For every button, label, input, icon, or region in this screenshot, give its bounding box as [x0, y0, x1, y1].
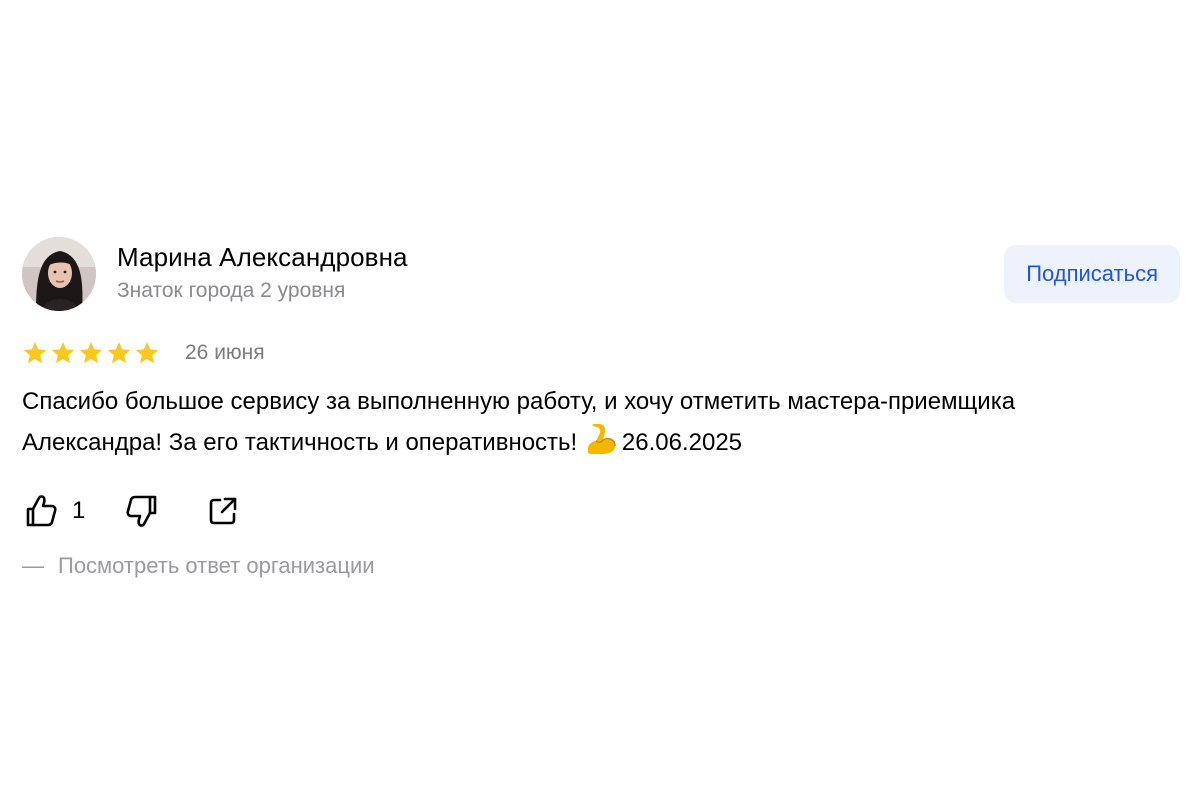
share-button[interactable] [205, 493, 241, 529]
thumbs-up-icon [22, 492, 60, 530]
dislike-button[interactable] [123, 492, 161, 530]
review-text-body: Спасибо большое сервису за выполненную р… [22, 388, 1016, 456]
subscribe-button[interactable]: Подписаться [1004, 245, 1180, 303]
review-card: Марина Александровна Знаток города 2 уро… [22, 237, 1180, 579]
org-reply-label: Посмотреть ответ организации [58, 553, 375, 578]
like-count: 1 [72, 497, 86, 524]
review-text: Спасибо большое сервису за выполненную р… [22, 382, 1112, 463]
like-button[interactable]: 1 [22, 492, 85, 530]
star-icon [79, 341, 103, 364]
author-info: Марина Александровна Знаток города 2 уро… [117, 241, 408, 305]
star-icon [23, 341, 47, 364]
review-text-date: 26.06.2025 [621, 429, 743, 456]
org-reply-dash: — [22, 553, 44, 578]
star-icon [135, 341, 159, 364]
author-level: Знаток города 2 уровня [117, 279, 346, 302]
avatar[interactable] [22, 237, 96, 311]
avatar-photo [22, 237, 96, 311]
review-date: 26 июня [185, 341, 265, 364]
share-icon [205, 493, 241, 529]
rating-row: 26 июня [22, 338, 1180, 368]
review-actions: 1 [22, 491, 1180, 531]
star-rating [22, 340, 160, 366]
flexed-biceps-icon [584, 422, 618, 456]
author-row: Марина Александровна Знаток города 2 уро… [22, 237, 1180, 311]
thumbs-down-icon [123, 492, 161, 530]
org-reply-link[interactable]: — Посмотреть ответ организации [22, 553, 1180, 579]
author-name[interactable]: Марина Александровна [117, 241, 408, 273]
star-icon [107, 341, 131, 364]
star-icon [51, 341, 75, 364]
